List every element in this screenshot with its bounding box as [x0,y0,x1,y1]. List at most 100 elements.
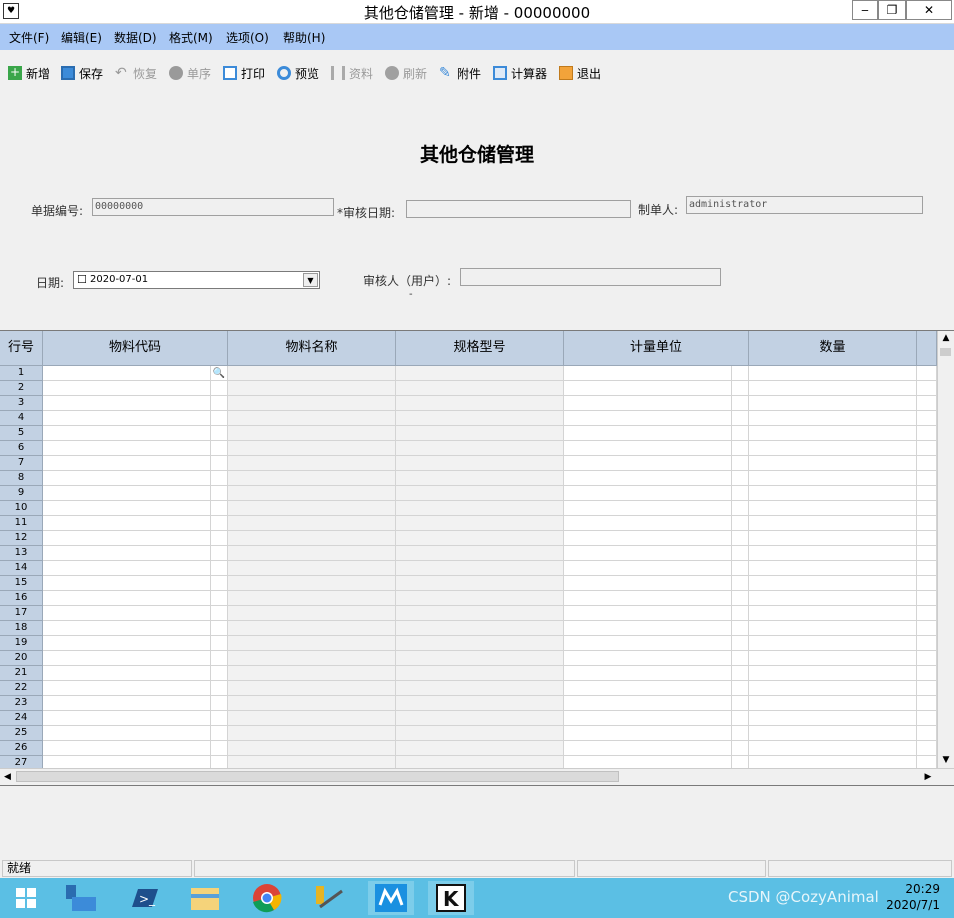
row-number[interactable]: 7 [0,456,43,471]
row-number[interactable]: 11 [0,516,43,531]
grid-cell[interactable] [749,576,917,591]
grid-cell[interactable] [732,381,749,396]
doc-no-field[interactable]: 00000000 [92,198,334,216]
column-header-material-name[interactable]: 物料名称 [228,331,396,366]
grid-cell[interactable] [564,681,732,696]
grid-cell[interactable] [211,501,228,516]
grid-cell[interactable] [917,411,937,426]
save-button[interactable]: 保存 [61,64,103,82]
grid-cell[interactable] [564,441,732,456]
grid-cell[interactable] [917,381,937,396]
grid-cell[interactable] [732,681,749,696]
grid-cell[interactable] [749,516,917,531]
grid-cell[interactable] [396,561,564,576]
grid-cell[interactable] [732,591,749,606]
grid-cell[interactable] [564,741,732,756]
audit-date-field[interactable] [406,200,631,218]
grid-cell[interactable] [43,381,211,396]
grid-cell[interactable] [917,711,937,726]
refresh-button[interactable]: 刷新 [385,64,427,82]
grid-cell[interactable] [564,696,732,711]
grid-cell[interactable] [211,426,228,441]
row-number[interactable]: 1 [0,366,43,381]
grid-cell[interactable] [211,396,228,411]
row-number[interactable]: 5 [0,426,43,441]
grid-cell[interactable] [564,576,732,591]
tools-task[interactable] [306,881,352,915]
grid-cell[interactable] [732,621,749,636]
grid-cell[interactable] [211,591,228,606]
grid-cell[interactable] [228,621,396,636]
grid-cell[interactable] [749,501,917,516]
grid-cell[interactable] [43,411,211,426]
grid-cell[interactable] [917,696,937,711]
grid-cell[interactable] [211,621,228,636]
column-header-unit[interactable]: 计量单位 [564,331,749,366]
grid-cell[interactable] [228,426,396,441]
grid-cell[interactable] [211,471,228,486]
grid-cell[interactable] [211,711,228,726]
grid-cell[interactable] [917,726,937,741]
sort-button[interactable]: 单序 [169,64,211,82]
grid-cell[interactable] [43,666,211,681]
grid-cell[interactable] [228,606,396,621]
grid-cell[interactable] [43,576,211,591]
grid-cell[interactable] [43,606,211,621]
grid-cell[interactable] [228,486,396,501]
grid-cell[interactable] [396,411,564,426]
grid-cell[interactable] [749,681,917,696]
grid-cell[interactable] [211,561,228,576]
grid-cell[interactable] [396,621,564,636]
date-picker[interactable]: ☐ 2020-07-01 ▼ [73,271,320,289]
grid-cell[interactable] [749,396,917,411]
grid-cell[interactable] [564,381,732,396]
grid-cell[interactable] [564,621,732,636]
menu-edit[interactable]: 编辑(E) [61,29,102,46]
grid-cell[interactable] [749,456,917,471]
grid-cell[interactable] [749,546,917,561]
maximize-button[interactable]: ❐ [878,0,906,20]
vertical-scroll-thumb[interactable] [940,348,951,356]
grid-cell[interactable] [917,741,937,756]
grid-cell[interactable] [396,696,564,711]
grid-cell[interactable] [917,471,937,486]
grid-cell[interactable] [43,726,211,741]
grid-cell[interactable] [732,696,749,711]
grid-cell[interactable] [917,666,937,681]
chrome-task[interactable] [244,881,290,915]
row-number[interactable]: 23 [0,696,43,711]
grid-cell[interactable] [211,486,228,501]
grid-cell[interactable] [564,396,732,411]
books-button[interactable]: 资料 [331,64,373,82]
grid-cell[interactable] [228,471,396,486]
row-number[interactable]: 10 [0,501,43,516]
row-number[interactable]: 26 [0,741,43,756]
menu-data[interactable]: 数据(D) [114,29,157,46]
grid-cell[interactable] [211,681,228,696]
menu-help[interactable]: 帮助(H) [283,29,325,46]
row-number[interactable]: 21 [0,666,43,681]
grid-cell[interactable] [43,396,211,411]
grid-cell[interactable] [228,381,396,396]
grid-cell[interactable] [211,741,228,756]
undo-button[interactable]: ↶ 恢复 [115,64,157,82]
grid-cell[interactable] [732,486,749,501]
grid-cell[interactable] [396,651,564,666]
grid-cell[interactable] [917,546,937,561]
scroll-left-button[interactable]: ◀ [0,769,15,785]
grid-cell[interactable] [732,666,749,681]
row-number[interactable]: 19 [0,636,43,651]
grid-cell[interactable] [396,741,564,756]
grid-cell[interactable] [43,546,211,561]
grid-cell[interactable] [917,441,937,456]
grid-cell[interactable] [564,561,732,576]
grid-cell[interactable] [749,636,917,651]
grid-cell[interactable] [917,366,937,381]
grid-cell[interactable] [732,531,749,546]
grid-cell[interactable] [228,411,396,426]
grid-cell[interactable] [396,471,564,486]
grid-cell[interactable] [749,561,917,576]
row-number[interactable]: 16 [0,591,43,606]
grid-cell[interactable] [732,711,749,726]
grid-cell[interactable] [396,681,564,696]
